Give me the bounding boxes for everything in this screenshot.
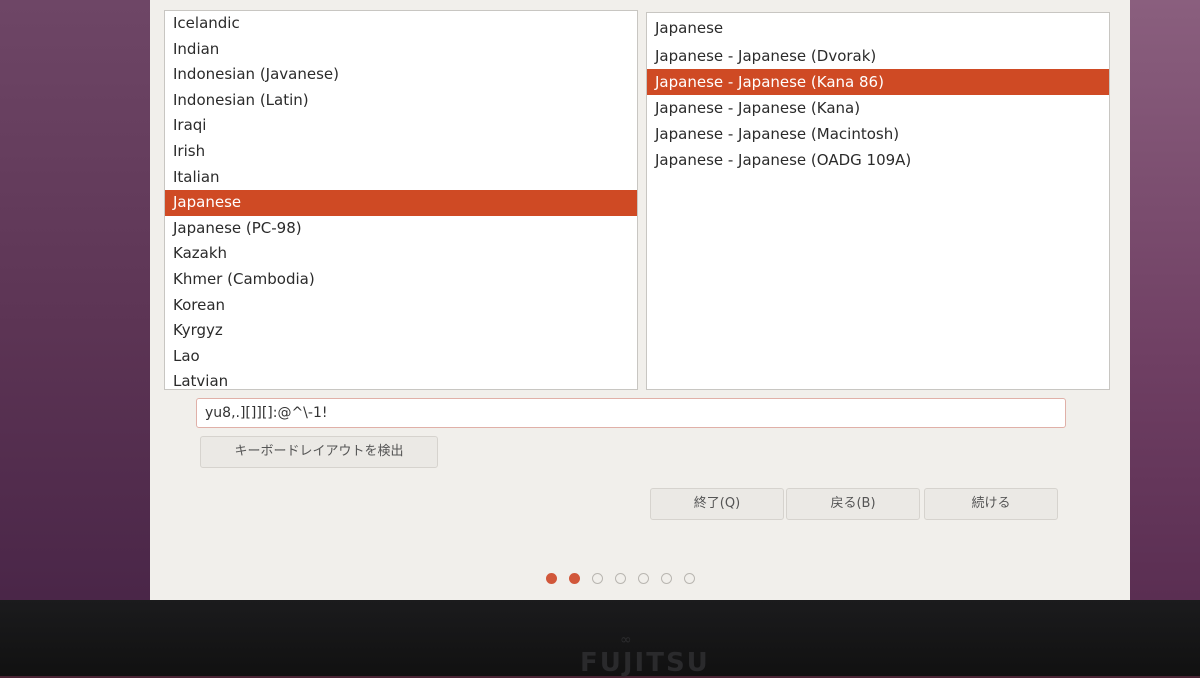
installer-window: Icelandic Indian Indonesian (Javanese) I… — [150, 0, 1130, 600]
variant-item[interactable]: Japanese - Japanese (Kana) — [647, 95, 1109, 121]
layout-item[interactable]: Indonesian (Javanese) — [165, 62, 637, 88]
step-dot-pending — [684, 573, 695, 584]
layout-item[interactable]: Lao — [165, 344, 637, 370]
keyboard-variant-list[interactable]: Japanese Japanese - Japanese (Dvorak) Ja… — [646, 12, 1110, 390]
layout-item[interactable]: Kyrgyz — [165, 318, 637, 344]
layout-item[interactable]: Indonesian (Latin) — [165, 88, 637, 114]
layout-item[interactable]: Irish — [165, 139, 637, 165]
step-dot-pending — [615, 573, 626, 584]
layout-item[interactable]: Khmer (Cambodia) — [165, 267, 637, 293]
layout-item-selected[interactable]: Japanese — [165, 190, 637, 216]
brand-logo-icon: ∞ — [620, 632, 632, 648]
keyboard-layout-list[interactable]: Icelandic Indian Indonesian (Javanese) I… — [164, 10, 638, 390]
brand-logo: FUJITSU — [580, 648, 710, 678]
quit-button[interactable]: 終了(Q) — [650, 488, 784, 520]
step-dot-completed — [546, 573, 557, 584]
step-dot-pending — [661, 573, 672, 584]
layout-item[interactable]: Italian — [165, 165, 637, 191]
step-progress-indicator — [546, 573, 695, 584]
layout-item[interactable]: Icelandic — [165, 11, 637, 37]
layout-item[interactable]: Kazakh — [165, 241, 637, 267]
layout-item[interactable]: Iraqi — [165, 113, 637, 139]
step-dot-completed — [569, 573, 580, 584]
layout-item[interactable]: Indian — [165, 37, 637, 63]
variant-item[interactable]: Japanese - Japanese (Macintosh) — [647, 121, 1109, 147]
step-dot-pending — [592, 573, 603, 584]
detect-keyboard-layout-button[interactable]: キーボードレイアウトを検出 — [200, 436, 438, 468]
continue-button[interactable]: 続ける — [924, 488, 1058, 520]
variant-item[interactable]: Japanese - Japanese (OADG 109A) — [647, 147, 1109, 173]
variant-item-selected[interactable]: Japanese - Japanese (Kana 86) — [647, 69, 1109, 95]
layout-item[interactable]: Korean — [165, 293, 637, 319]
layout-item[interactable]: Latvian — [165, 369, 637, 389]
step-dot-pending — [638, 573, 649, 584]
keyboard-test-input[interactable]: yu8,.][]][]:@^\-1! — [196, 398, 1066, 428]
back-button[interactable]: 戻る(B) — [786, 488, 920, 520]
desktop-background-left — [0, 0, 160, 600]
layout-item[interactable]: Japanese (PC-98) — [165, 216, 637, 242]
variant-item[interactable]: Japanese — [647, 13, 1109, 43]
variant-item[interactable]: Japanese - Japanese (Dvorak) — [647, 43, 1109, 69]
